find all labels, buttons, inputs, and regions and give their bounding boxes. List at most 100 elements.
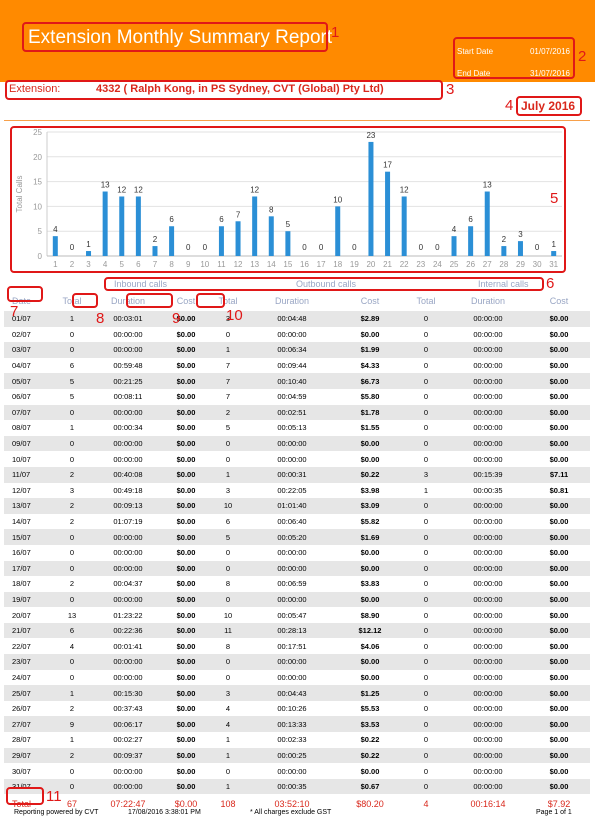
table-row: 19/07 0 00:00:00 $0.00 0 00:00:00 $0.00 0 00:00:… (4, 591, 590, 608)
cell-inbound-duration: 00:22:36 (92, 622, 164, 639)
cell-inbound-total: 1 (52, 311, 92, 327)
cell-inbound-total: 0 (69, 766, 75, 776)
cell-outbound-duration: 00:22:05 (277, 485, 307, 495)
cell-inbound-cost: $0.00 (164, 654, 208, 670)
cell-outbound-duration: 00:00:00 (277, 672, 307, 682)
cell-outbound-cost: $1.25 (336, 685, 404, 701)
table-row: 06/07 5 00:08:11 $0.00 7 00:04:59 $5.80 0 00:00:… (4, 389, 590, 405)
cell-internal-duration: 00:00:35 (473, 485, 503, 495)
cell-outbound-duration: 00:06:59 (277, 579, 307, 589)
cell-outbound-total: 5 (208, 529, 248, 545)
cell-outbound-duration: 00:00:00 (277, 329, 307, 339)
cell-date: 03/07 (4, 342, 52, 358)
cell-inbound-cost: $0.00 (164, 716, 208, 733)
cell-inbound-duration: 00:59:48 (113, 361, 143, 371)
cell-outbound-cost: $5.80 (360, 392, 380, 402)
cell-internal-duration: 00:00:00 (448, 622, 528, 639)
cell-inbound-duration: 00:00:00 (92, 591, 164, 608)
cell-date: 23/07 (4, 654, 52, 670)
cell-internal-cost: $0.00 (528, 622, 590, 639)
cell-inbound-total: 4 (69, 641, 75, 651)
cell-inbound-total: 0 (52, 435, 92, 452)
cell-internal-duration: 00:00:00 (473, 361, 503, 371)
annotation-box-total-row (6, 787, 44, 805)
cell-internal-duration: 00:00:00 (448, 685, 528, 701)
cell-inbound-total: 13 (67, 610, 77, 620)
annotation-number: 4 (505, 97, 514, 114)
cell-inbound-cost: $0.00 (164, 685, 208, 701)
cell-internal-cost: $0.00 (549, 329, 569, 339)
cell-internal-duration: 00:00:00 (473, 766, 503, 776)
cell-internal-total: 0 (423, 454, 429, 464)
cell-internal-cost: $0.00 (549, 454, 569, 464)
cell-outbound-cost: $0.00 (336, 654, 404, 670)
table-row: 30/07 0 00:00:00 $0.00 0 00:00:00 $0.00 0 00:00:… (4, 763, 590, 779)
cell-outbound-cost: $0.22 (336, 466, 404, 483)
cell-inbound-cost: $0.00 (176, 579, 196, 589)
cell-outbound-total: 0 (208, 591, 248, 608)
cell-internal-cost: $0.00 (528, 591, 590, 608)
cell-inbound-total: 0 (52, 404, 92, 421)
cell-internal-total: 0 (423, 641, 429, 651)
annotation-number: 2 (578, 48, 587, 65)
cell-inbound-cost: $0.00 (164, 466, 208, 483)
cell-inbound-duration: 00:00:00 (92, 654, 164, 670)
cell-outbound-cost: $0.00 (336, 560, 404, 577)
table-row: 03/07 0 00:00:00 $0.00 1 00:06:34 $1.99 0 00:00:… (4, 342, 590, 358)
table-row: 08/07 1 00:00:34 $0.00 5 00:05:13 $1.55 0 00:00:… (4, 420, 590, 436)
cell-internal-total: 0 (423, 735, 429, 745)
cell-internal-duration: 00:00:00 (473, 579, 503, 589)
cell-inbound-duration: 00:00:00 (113, 454, 143, 464)
cell-outbound-cost: $0.00 (360, 454, 380, 464)
cell-outbound-cost: $0.22 (336, 747, 404, 764)
cell-outbound-cost: $4.33 (360, 361, 380, 371)
cell-internal-total: 0 (423, 423, 429, 433)
cell-internal-duration: 00:00:00 (448, 373, 528, 389)
cell-date: 21/07 (4, 622, 52, 639)
cell-date: 11/07 (4, 466, 52, 483)
cell-inbound-cost: $0.00 (176, 423, 196, 433)
annotation-box-month (516, 96, 582, 116)
cell-inbound-duration: 00:02:27 (113, 735, 143, 745)
cell-outbound-total: 7 (225, 361, 231, 371)
cell-date: 04/07 (12, 361, 31, 371)
cell-internal-total: 0 (404, 560, 448, 577)
cell-inbound-duration: 00:00:00 (92, 529, 164, 545)
cell-internal-cost: $0.00 (549, 641, 569, 651)
cell-outbound-total: 4 (208, 716, 248, 733)
cell-internal-duration: 00:00:00 (448, 404, 528, 421)
cell-inbound-cost: $0.00 (164, 560, 208, 577)
table-row: 12/07 3 00:49:18 $0.00 3 00:22:05 $3.98 1 00:00:… (4, 483, 590, 499)
cell-internal-total: 0 (423, 329, 429, 339)
cell-internal-cost: $0.00 (528, 654, 590, 670)
cell-inbound-total: 6 (52, 622, 92, 639)
cell-date: 22/07 (12, 641, 31, 651)
cell-outbound-total: 0 (225, 672, 231, 682)
cell-inbound-cost: $0.00 (164, 311, 208, 327)
annotation-box-date-col (7, 286, 43, 302)
cell-outbound-duration: 00:28:13 (248, 622, 336, 639)
cell-outbound-duration: 00:13:33 (248, 716, 336, 733)
cell-outbound-duration: 00:00:31 (248, 466, 336, 483)
call-summary-table: Date Total Duration Cost Total Duration … (4, 291, 590, 814)
powered-by: Reporting powered by CVT (14, 809, 99, 816)
cell-outbound-total: 1 (208, 342, 248, 358)
cell-internal-cost: $0.00 (549, 517, 569, 527)
table-row: 09/07 0 00:00:00 $0.00 0 00:00:00 $0.00 0 00:00:… (4, 435, 590, 452)
cell-internal-duration: 00:00:00 (473, 704, 503, 714)
cell-outbound-cost: $0.00 (360, 672, 380, 682)
cell-outbound-duration: 00:06:34 (248, 342, 336, 358)
cell-inbound-duration: 00:09:13 (92, 498, 164, 514)
cell-inbound-duration: 00:08:11 (113, 392, 143, 402)
cell-inbound-duration: 00:49:18 (113, 485, 143, 495)
cell-inbound-duration: 00:00:34 (113, 423, 143, 433)
cell-date: 19/07 (4, 591, 52, 608)
cell-inbound-cost: $0.00 (176, 392, 196, 402)
cell-inbound-total: 0 (69, 454, 75, 464)
cell-outbound-duration: 00:02:51 (248, 404, 336, 421)
cell-date: 20/07 (12, 610, 31, 620)
col-header-internal-cost: Cost (549, 296, 569, 306)
cell-outbound-total: 3 (225, 485, 231, 495)
cell-internal-cost: $0.00 (528, 311, 590, 327)
cell-inbound-cost: $0.00 (176, 672, 196, 682)
